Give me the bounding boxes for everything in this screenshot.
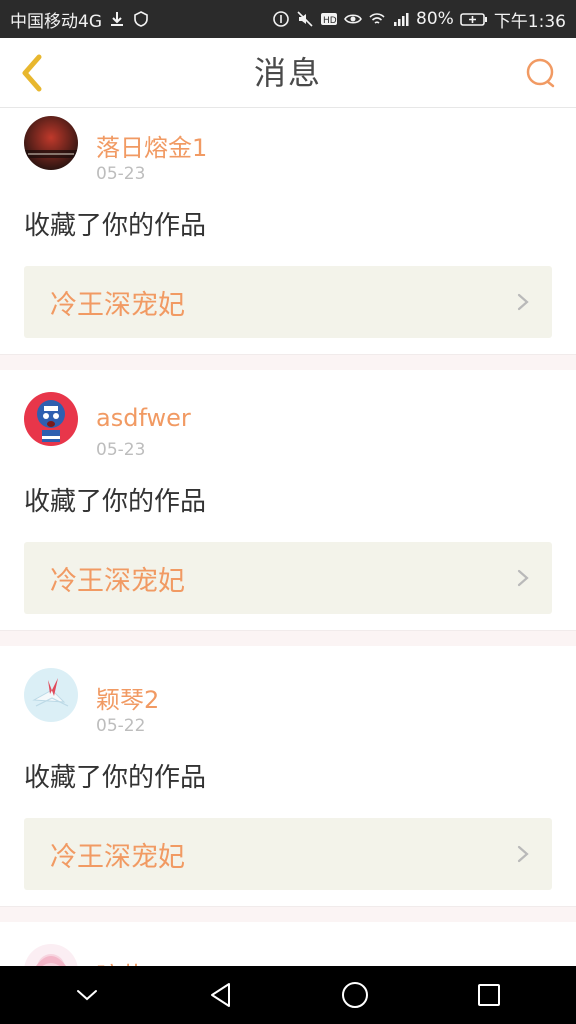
work-title: 冷王深宠妃 (50, 565, 185, 597)
message-card[interactable]: 落日熔金1 05-23 收藏了你的作品 冷王深宠妃 (0, 108, 576, 370)
message-action-text: 收藏了你的作品 (24, 211, 207, 241)
search-button[interactable] (520, 52, 562, 94)
signal-icon (392, 10, 410, 28)
message-action-text: 收藏了你的作品 (24, 487, 207, 517)
eye-icon (344, 10, 362, 28)
message-date: 05-23 (96, 164, 146, 184)
shield-icon (132, 10, 150, 28)
wifi-icon (368, 10, 386, 28)
battery-icon (460, 10, 488, 28)
hide-nav-button[interactable] (57, 966, 117, 1024)
header-bar: 消息 (0, 38, 576, 108)
avatar[interactable] (24, 116, 78, 170)
chevron-right-icon (517, 845, 529, 863)
work-title: 冷王深宠妃 (50, 841, 185, 873)
avatar[interactable] (24, 944, 78, 966)
work-link[interactable]: 冷王深宠妃 (24, 818, 552, 890)
message-card[interactable]: 颖琴2 05-22 收藏了你的作品 冷王深宠妃 (0, 646, 576, 922)
mute-icon (296, 10, 314, 28)
nav-home-button[interactable] (325, 966, 385, 1024)
message-list[interactable]: 落日熔金1 05-23 收藏了你的作品 冷王深宠妃 asdfwer 05-23 … (0, 108, 576, 966)
triangle-back-icon (211, 983, 230, 1007)
carrier-label: 中国移动4G (10, 11, 102, 32)
download-icon (108, 10, 126, 28)
chevron-right-icon (517, 293, 529, 311)
back-button[interactable] (10, 51, 54, 95)
navigation-bar (0, 966, 576, 1024)
avatar[interactable] (24, 668, 78, 722)
message-card[interactable]: asdfwer 05-23 收藏了你的作品 冷王深宠妃 (0, 370, 576, 646)
square-recents-icon (478, 984, 500, 1006)
message-date: 05-22 (96, 716, 146, 736)
data-saver-icon (272, 10, 290, 28)
message-action-text: 收藏了你的作品 (24, 763, 207, 793)
work-title: 冷王深宠妃 (50, 289, 185, 321)
divider (0, 906, 576, 922)
hd-icon: HD (320, 10, 338, 28)
clock: 下午1:36 (493, 11, 566, 32)
search-icon (526, 58, 555, 88)
username[interactable]: 落日熔金1 (96, 128, 207, 163)
battery-percent: 80% (416, 9, 454, 29)
username[interactable]: 暗花! (96, 956, 154, 966)
svg-text:HD: HD (323, 16, 337, 26)
divider (0, 354, 576, 370)
chevron-down-icon (77, 990, 97, 1001)
nav-recents-button[interactable] (459, 966, 519, 1024)
username[interactable]: asdfwer (96, 404, 191, 432)
work-link[interactable]: 冷王深宠妃 (24, 266, 552, 338)
page-title: 消息 (253, 54, 322, 92)
message-date: 05-23 (96, 440, 146, 460)
chevron-right-icon (517, 569, 529, 587)
avatar[interactable] (24, 392, 78, 446)
username[interactable]: 颖琴2 (96, 680, 159, 715)
message-card[interactable]: 暗花! 05-22 (0, 922, 576, 966)
home-circle-icon (342, 982, 368, 1008)
divider (0, 630, 576, 646)
work-link[interactable]: 冷王深宠妃 (24, 542, 552, 614)
nav-back-button[interactable] (191, 966, 251, 1024)
back-arrow-icon (22, 54, 42, 92)
status-bar: 中国移动4G HD 80% 下午1:36 (0, 0, 576, 38)
